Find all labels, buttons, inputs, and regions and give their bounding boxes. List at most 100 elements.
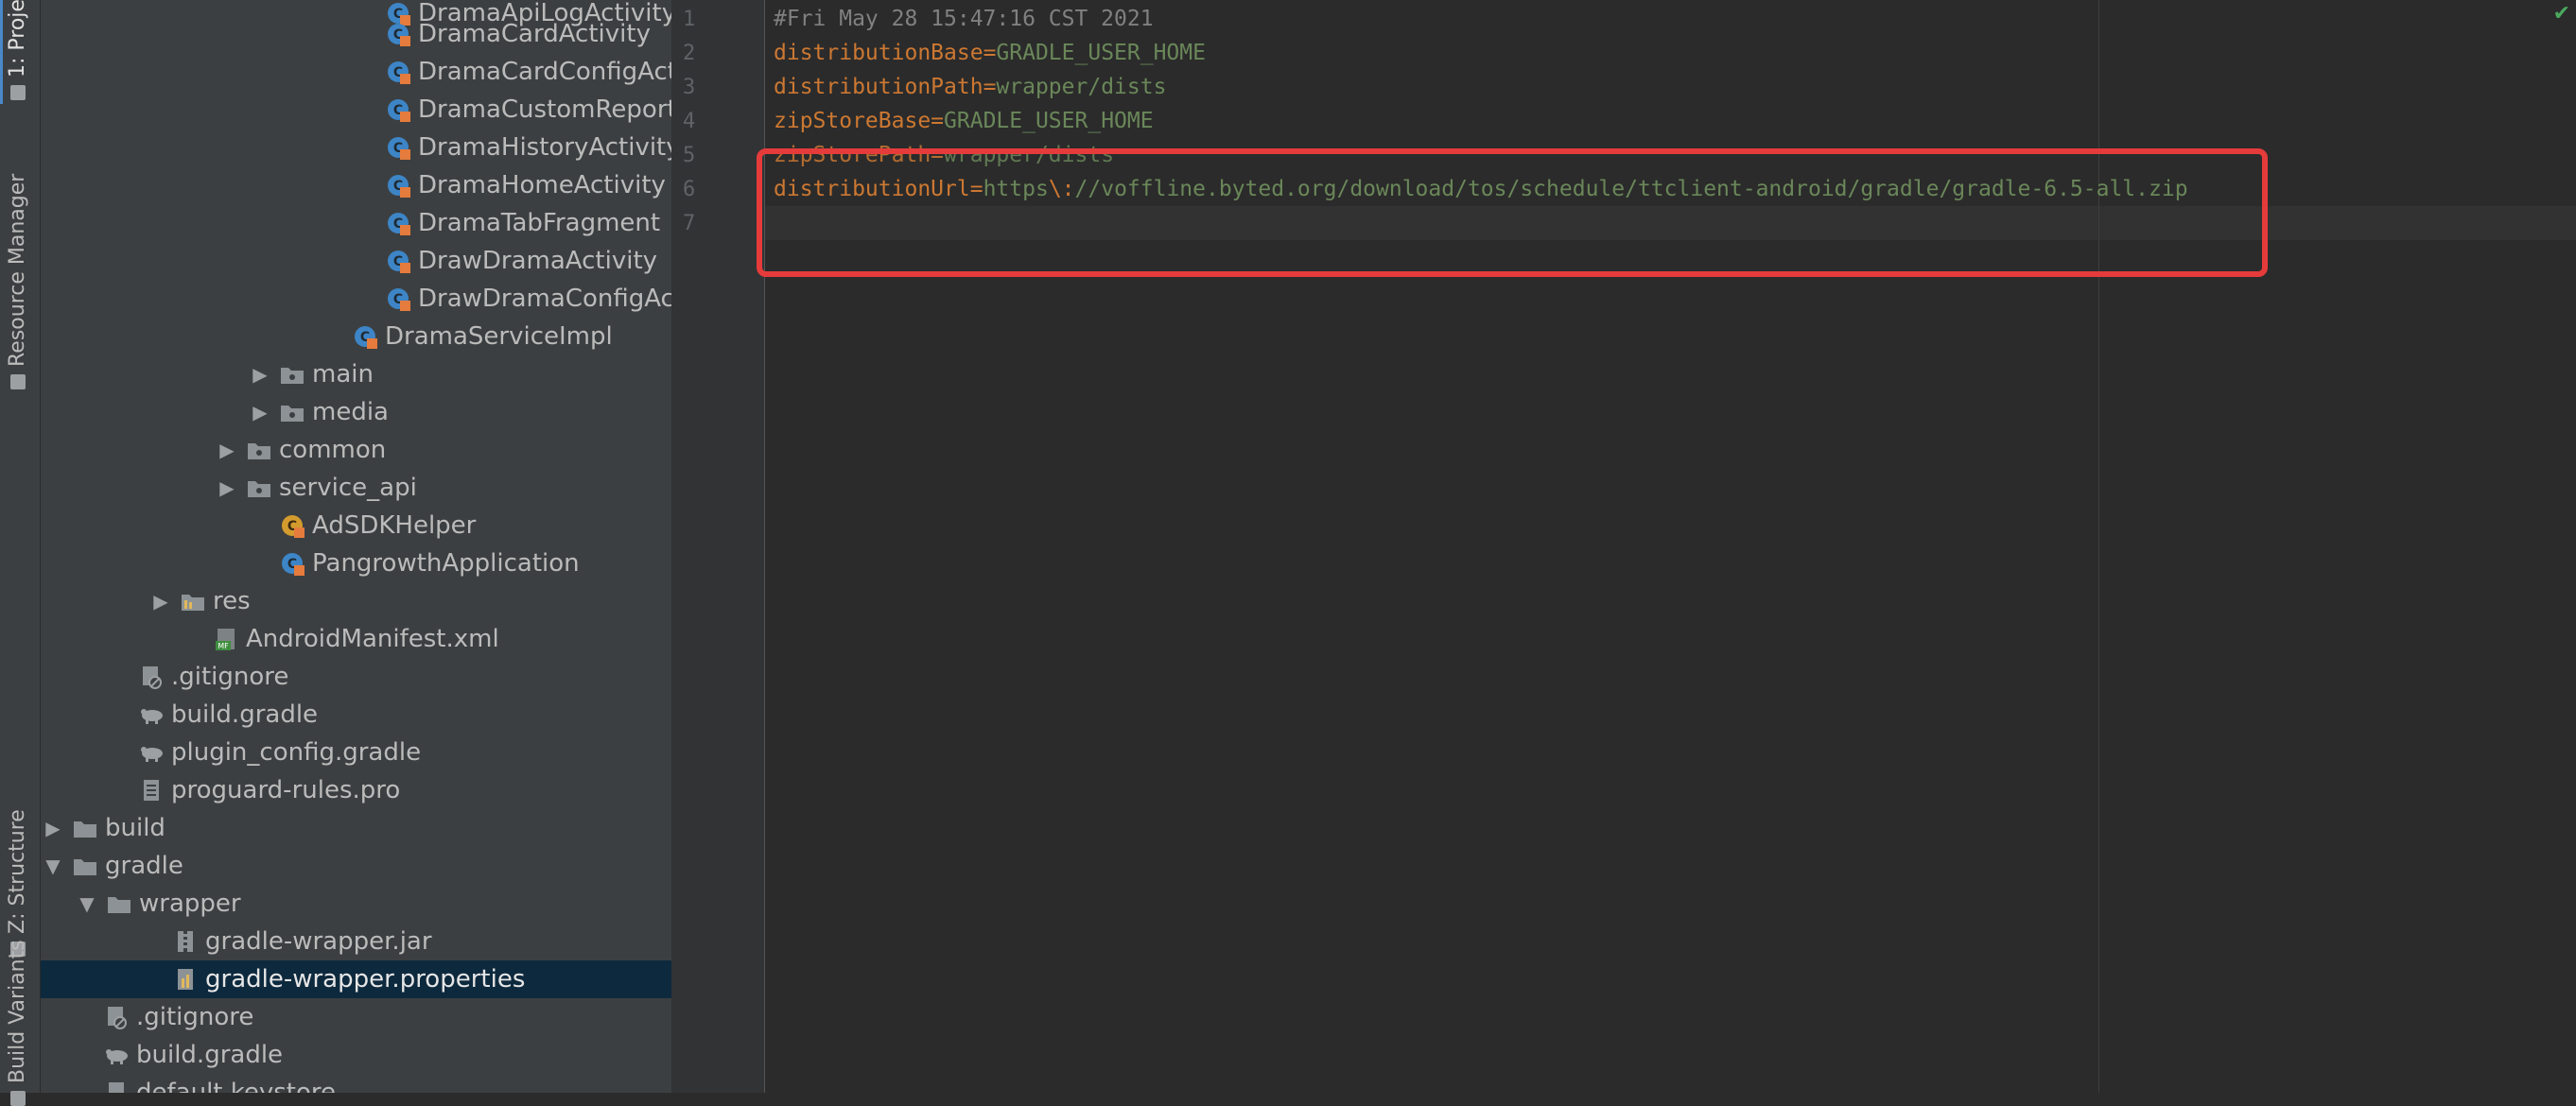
tree-item[interactable]: ▶ res [41,582,671,620]
tree-item-label: build.gradle [171,700,319,729]
tree-item[interactable]: C DramaCardActivity [41,15,671,53]
chevron-down-icon[interactable]: ▼ [77,892,97,915]
tree-item[interactable]: C DramaTabFragment [41,204,671,242]
tree-item[interactable]: .gitignore [41,998,671,1036]
tree-item-label: DramaTabFragment [418,209,661,237]
gitignore-icon [104,1005,129,1029]
tree-item-label: build.gradle [136,1041,284,1069]
tree-item[interactable]: ▶ common [41,431,671,469]
property-key: distributionBase [774,41,983,65]
tree-item[interactable]: default.keystore [41,1074,671,1093]
tree-item-label: .gitignore [136,1003,254,1031]
line-number: 4 [683,110,696,133]
property-equals: = [931,109,945,133]
tab-structure[interactable]: Z: Structure [6,809,29,957]
tree-item-label: main [312,360,374,389]
tree-item[interactable]: C DramaCustomReportActivity [41,91,671,129]
tree-item[interactable]: proguard-rules.pro [41,771,671,809]
folder-icon [9,85,26,100]
tree-item[interactable]: ▶ media [41,393,671,431]
tab-variants-label: Build Variants [6,940,29,1083]
kotlin-object-icon: C [280,513,305,538]
code-line[interactable]: distributionPath=wrapper/dists [774,70,1166,104]
tree-item[interactable]: gradle-wrapper.jar [41,923,671,960]
tree-item[interactable]: C DrawDramaConfigActivity [41,280,671,318]
tree-item-label: gradle-wrapper.jar [205,927,432,956]
chevron-right-icon[interactable]: ▶ [43,817,63,839]
tree-item[interactable]: build.gradle [41,696,671,734]
tree-item[interactable]: plugin_config.gradle [41,734,671,771]
tab-resource-manager[interactable]: Resource Manager [6,174,29,389]
red-highlight-annotation [757,148,2268,277]
tree-item[interactable]: ▼ gradle [41,847,671,885]
kotlin-class-icon: C [386,249,410,273]
gradle-icon [104,1043,129,1067]
tree-item-label: wrapper [139,890,241,918]
tree-item-label: res [213,587,251,615]
tree-item[interactable]: .gitignore [41,658,671,696]
tab-build-variants[interactable]: Build Variants [6,940,29,1106]
tree-item-label: service_api [279,474,417,502]
gitignore-icon [139,665,164,689]
folder-icon [73,816,97,840]
tool-window-strip: 1: Project Resource Manager Z: Structure… [0,0,41,1106]
tree-item[interactable]: C DramaHistoryActivity [41,129,671,166]
code-line[interactable]: zipStoreBase=GRADLE_USER_HOME [774,104,1154,138]
package-folder-icon [280,362,305,387]
tree-item[interactable]: C DramaHomeActivity [41,166,671,204]
folder-icon [73,854,97,878]
tree-item-label: plugin_config.gradle [171,738,422,767]
tab-project[interactable]: 1: Project [6,0,29,100]
tree-item[interactable]: gradle-wrapper.properties [41,960,671,998]
tree-item[interactable]: ▶ main [41,355,671,393]
tree-item-label: DrawDramaConfigActivity [418,285,671,313]
property-key: distributionPath [774,75,983,99]
tab-resource-label: Resource Manager [6,173,29,367]
tree-item[interactable]: build.gradle [41,1036,671,1074]
chevron-down-icon[interactable]: ▼ [43,855,63,877]
tree-item[interactable]: ▼ wrapper [41,885,671,923]
kotlin-class-icon: C [386,97,410,122]
tree-item-label: default.keystore [136,1079,337,1093]
tree-item-label: DramaServiceImpl [385,322,613,351]
active-tab-indicator [0,0,3,104]
res-folder-icon [181,589,205,613]
kotlin-class-icon: C [353,324,377,349]
gradle-icon [139,740,164,765]
tree-item[interactable]: MF AndroidManifest.xml [41,620,671,658]
tree-item-label: build [105,814,165,842]
tree-item-label: DramaHistoryActivity [418,133,671,162]
tree-item[interactable]: ▶ build [41,809,671,847]
tree-item-label: DrawDramaActivity [418,247,658,275]
line-number: 5 [683,144,696,167]
code-line[interactable]: #Fri May 28 15:47:16 CST 2021 [774,2,1154,36]
folder-icon [107,891,131,916]
line-number: 3 [683,76,696,99]
manifest-icon: MF [214,627,238,651]
tree-item-label: common [279,436,387,464]
chevron-right-icon[interactable]: ▶ [250,401,270,423]
package-folder-icon [247,475,271,500]
chevron-right-icon[interactable]: ▶ [250,363,270,386]
chevron-right-icon[interactable]: ▶ [217,439,237,461]
kotlin-class-icon: C [386,286,410,311]
resource-icon [9,374,26,389]
tab-structure-label: Z: Structure [6,809,29,934]
tree-item[interactable]: C AdSDKHelper [41,507,671,544]
file-icon [104,1080,129,1093]
chevron-right-icon[interactable]: ▶ [217,476,237,499]
tree-item-label: proguard-rules.pro [171,776,401,804]
property-value: GRADLE_USER_HOME [944,109,1154,133]
tree-item[interactable]: C DramaCardConfigActivity [41,53,671,91]
chevron-right-icon[interactable]: ▶ [150,590,171,613]
inspection-ok-icon[interactable]: ✔ [2553,2,2570,26]
tree-item[interactable]: C PangrowthApplication [41,544,671,582]
line-number: 2 [683,42,696,65]
tree-item[interactable]: C DrawDramaActivity [41,242,671,280]
svg-text:MF: MF [218,642,229,650]
line-number-gutter: 1 2 3 4 5 6 7 [671,0,765,1093]
tree-item[interactable]: C DramaServiceImpl [41,318,671,355]
tree-item[interactable]: ▶ service_api [41,469,671,507]
tree-item-label: .gitignore [171,663,289,691]
code-line[interactable]: distributionBase=GRADLE_USER_HOME [774,36,1206,70]
